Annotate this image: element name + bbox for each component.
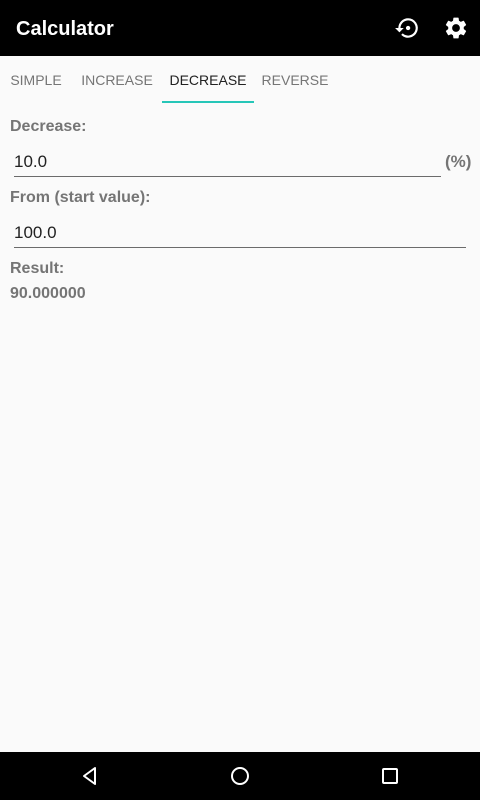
tab-increase[interactable]: INCREASE: [72, 56, 162, 104]
back-icon[interactable]: [66, 752, 114, 800]
history-icon[interactable]: [391, 12, 423, 44]
start-value-input[interactable]: [14, 223, 466, 248]
decrease-input[interactable]: [14, 152, 441, 177]
system-nav-bar: [0, 752, 480, 800]
recents-icon[interactable]: [366, 752, 414, 800]
tab-simple[interactable]: SIMPLE: [0, 56, 72, 104]
settings-icon[interactable]: [440, 12, 472, 44]
app-bar: Calculator: [0, 0, 480, 56]
percent-unit-label: (%): [445, 152, 472, 171]
active-tab-indicator: [162, 101, 254, 103]
from-label: From (start value):: [10, 189, 151, 206]
result-value: 90.000000: [10, 285, 86, 302]
tab-bar: SIMPLE INCREASE DECREASE REVERSE: [0, 56, 480, 104]
decrease-label: Decrease:: [10, 118, 87, 135]
app-title: Calculator: [16, 18, 114, 40]
tab-decrease[interactable]: DECREASE: [162, 56, 254, 104]
result-label: Result:: [10, 260, 65, 277]
tab-reverse[interactable]: REVERSE: [254, 56, 336, 104]
calculator-screen: Calculator SIMPLE INCREASE DECREASE REVE…: [0, 0, 480, 800]
home-icon[interactable]: [216, 752, 264, 800]
